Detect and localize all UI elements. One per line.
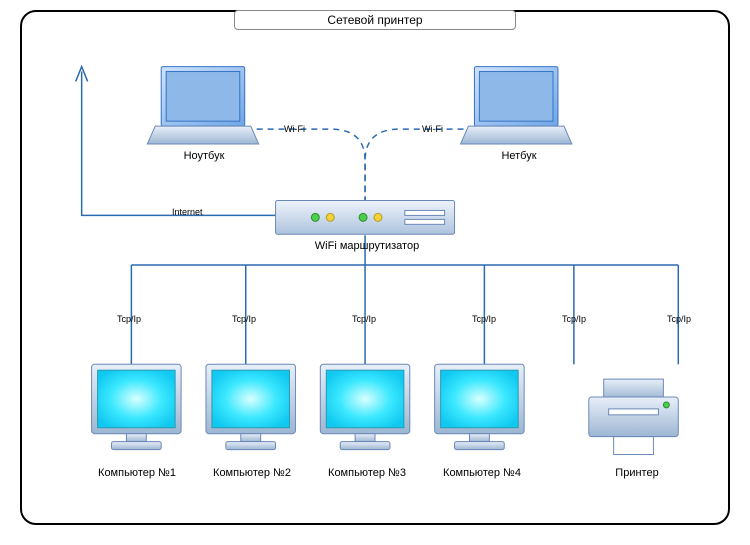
pc4-label: Компьютер №4 xyxy=(427,467,537,479)
diagram-frame: Сетевой принтер xyxy=(20,10,730,525)
tcpip-label-2: Tcp/Ip xyxy=(232,314,256,324)
tcpip-label-4: Tcp/Ip xyxy=(472,314,496,324)
diagram-canvas xyxy=(22,12,728,523)
printer-label: Принтер xyxy=(587,467,687,479)
pc1-icon xyxy=(92,364,181,449)
pc2-label: Компьютер №2 xyxy=(197,467,307,479)
netbook-icon xyxy=(461,67,572,144)
tcpip-label-5: Tcp/Ip xyxy=(562,314,586,324)
notebook-icon xyxy=(147,67,258,144)
netbook-label: Нетбук xyxy=(477,150,561,162)
internet-label: Internet xyxy=(172,207,203,217)
pc2-icon xyxy=(206,364,295,449)
printer-icon xyxy=(589,379,678,454)
wifi-label-left: Wi-Fi xyxy=(284,124,305,134)
router-label: WiFi маршрутизатор xyxy=(292,240,442,252)
pc4-icon xyxy=(435,364,524,449)
lan-lines xyxy=(131,235,678,364)
pc3-icon xyxy=(320,364,409,449)
tcpip-label-6: Tcp/Ip xyxy=(667,314,691,324)
notebook-label: Ноутбук xyxy=(162,150,246,162)
tcpip-label-1: Tcp/Ip xyxy=(117,314,141,324)
tcpip-label-3: Tcp/Ip xyxy=(352,314,376,324)
wifi-lines xyxy=(246,129,475,200)
wifi-label-right: Wi-Fi xyxy=(422,124,443,134)
router-icon xyxy=(276,201,455,235)
pc3-label: Компьютер №3 xyxy=(312,467,422,479)
pc1-label: Компьютер №1 xyxy=(82,467,192,479)
